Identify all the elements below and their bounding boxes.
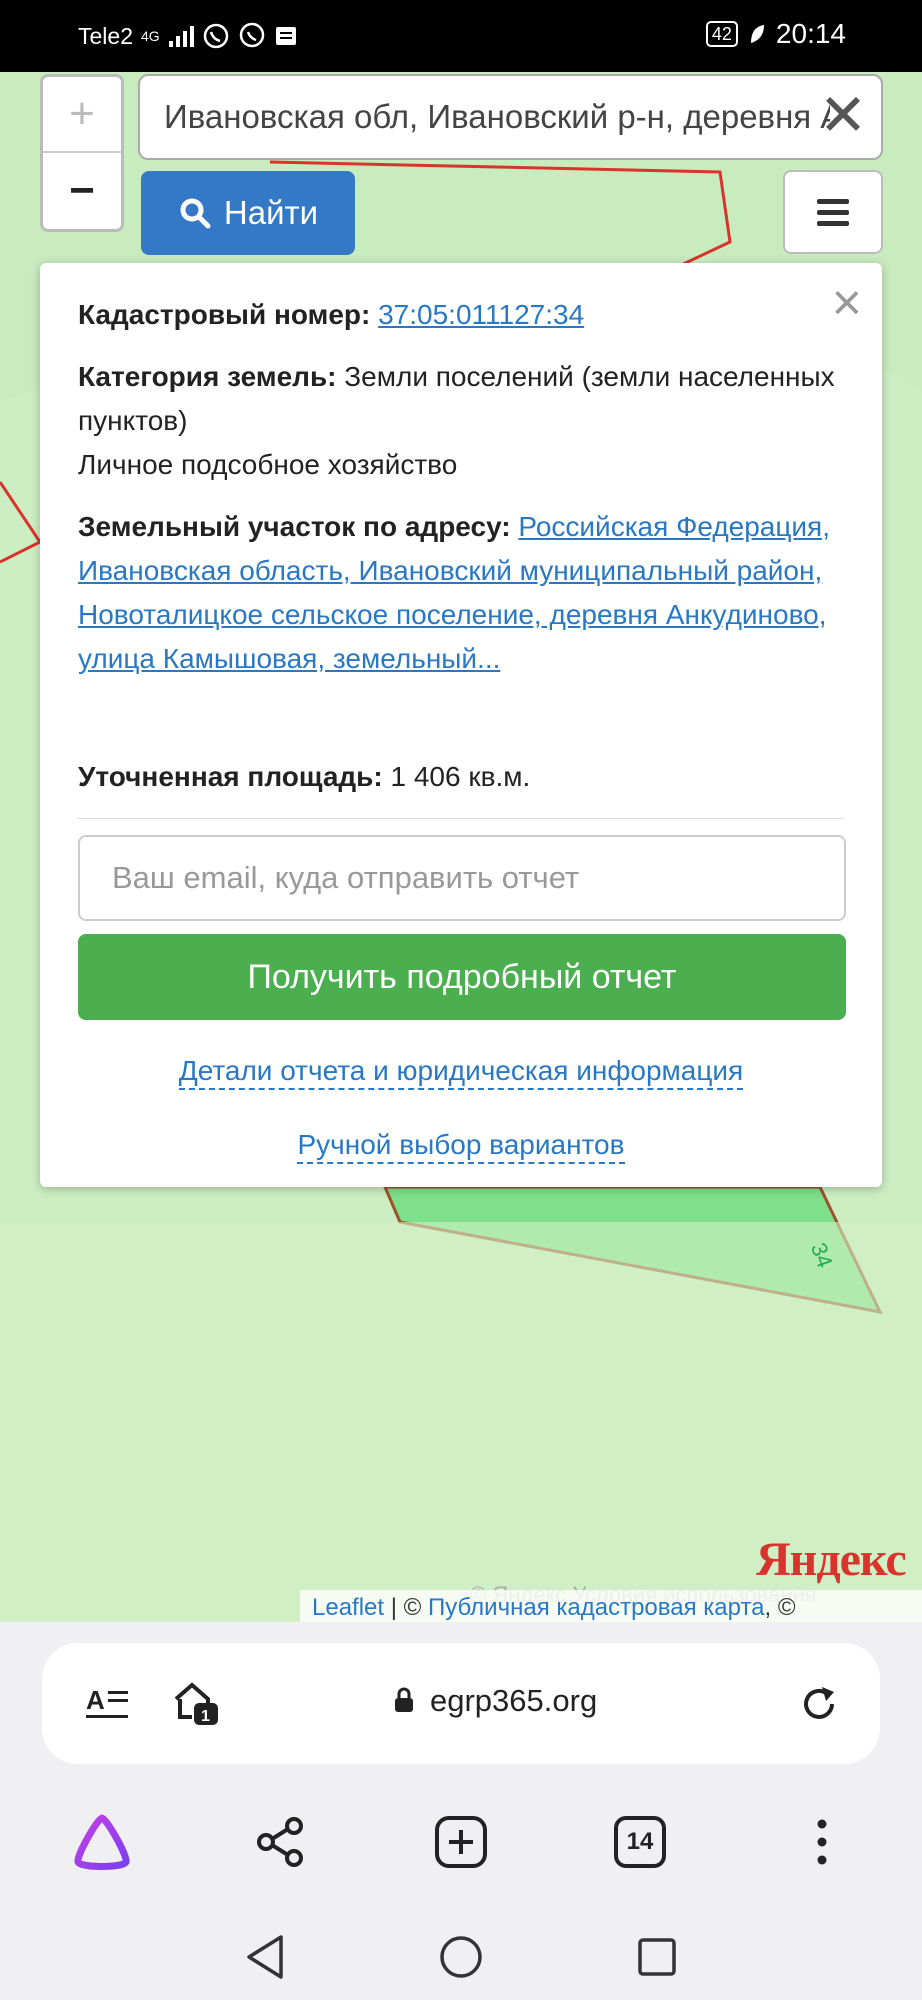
manual-choice-link[interactable]: Ручной выбор вариантов [40,1129,882,1164]
search-icon [180,198,211,229]
category-label: Категория земель: [78,361,337,392]
new-tab-icon[interactable] [421,1802,501,1882]
menu-button[interactable] [783,170,883,254]
address-row: Земельный участок по адресу: Российская … [78,505,858,681]
svg-text:A: A [86,1685,105,1715]
email-field[interactable] [78,835,846,921]
details-link[interactable]: Детали отчета и юридическая информация [40,1055,882,1090]
notes-icon [275,27,296,45]
zoom-control: + − [40,74,124,232]
search-box: ✕ [138,74,883,160]
search-input[interactable] [140,76,830,158]
cadastral-map-link[interactable]: Публичная кадастровая карта [428,1594,765,1621]
phone-screen: Tele2 4G 42 20:14 34 + − ✕ [0,0,922,2000]
status-bar: Tele2 4G 42 20:14 [0,0,922,72]
hamburger-line [817,220,849,226]
browser-nav: 14 [0,1802,922,1882]
parcel-popup: × Кадастровый номер: 37:05:011127:34 Кат… [40,263,882,1187]
zoom-in-button[interactable]: + [43,77,121,153]
hamburger-line [817,209,849,215]
whatsapp-icon [203,23,228,49]
recents-icon[interactable] [622,1922,692,1992]
attribution-separator: | © [384,1594,428,1621]
zoom-out-button[interactable]: − [43,153,121,229]
area-row: Уточненная площадь: 1 406 кв.м. [78,755,868,799]
status-left: Tele2 4G [78,22,298,50]
area-value: 1 406 кв.м. [390,761,531,792]
close-icon[interactable]: ✕ [815,87,871,145]
manual-choice-label: Ручной выбор вариантов [297,1129,625,1164]
find-button-label: Найти [223,194,319,231]
category-row: Категория земель: Земли поселений (земли… [78,355,868,443]
reload-icon[interactable] [798,1683,840,1725]
browser-bar: A 1 egrp365.org 14 [0,1622,922,2000]
more-icon[interactable] [782,1802,862,1882]
find-button[interactable]: Найти [141,171,355,255]
address-label: Земельный участок по адресу: [78,511,511,542]
system-navigation [0,1922,922,2000]
tabs-count: 14 [614,1816,666,1868]
leaf-icon [750,25,764,43]
signal-icon [168,26,194,47]
battery-icon: 42 [705,21,738,47]
share-icon[interactable] [240,1802,320,1882]
cadastral-row: Кадастровый номер: 37:05:011127:34 [78,293,868,337]
back-icon[interactable] [230,1922,300,1992]
protect-icon[interactable]: 1 [170,1677,226,1733]
details-link-label: Детали отчета и юридическая информация [178,1055,744,1090]
carrier-name: Tele2 [78,22,133,49]
area-label: Уточненная площадь: [78,761,383,792]
cadastral-label: Кадастровый номер: [78,299,371,330]
clock: 20:14 [775,18,846,49]
lock-icon [395,1687,413,1712]
network-type: 4G [140,28,160,44]
land-use: Личное подсобное хозяйство [78,449,458,480]
hamburger-icon [817,198,849,204]
yandex-logo: Яндекс [756,1533,907,1586]
home-icon[interactable] [426,1922,496,1992]
status-right: 42 20:14 [705,18,846,50]
address-bar[interactable]: A 1 egrp365.org [42,1643,880,1764]
tabs-counter-icon[interactable]: 14 [600,1802,680,1882]
leaflet-link[interactable]: Leaflet [312,1594,384,1621]
alice-icon[interactable] [62,1802,142,1882]
get-report-button[interactable]: Получить подробный отчет [78,934,846,1020]
divider [78,818,844,819]
reader-badge: 1 [201,1708,210,1725]
cadastral-link[interactable]: 37:05:011127:34 [378,299,584,330]
url-text: egrp365.org [430,1683,598,1718]
attribution-tail: , © [764,1594,796,1621]
map-attribution: Leaflet | © Публичная кадастровая карта,… [300,1590,922,1622]
viber-icon [239,22,264,48]
reader-mode-icon[interactable]: A [86,1683,132,1723]
